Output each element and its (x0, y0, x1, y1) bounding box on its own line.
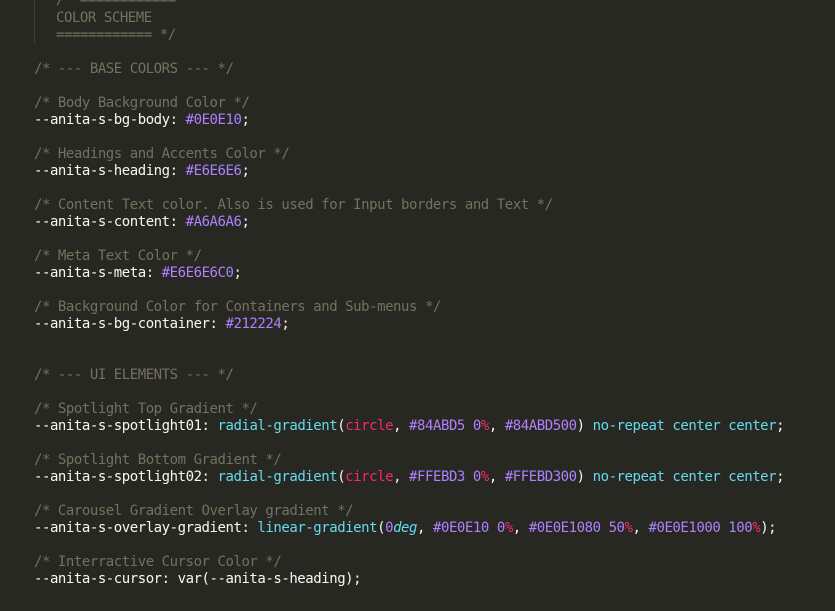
color-value: #E6E6E6 (185, 163, 242, 179)
function-name: radial-gradient (217, 418, 338, 434)
property-name: --anita-s-content: (34, 214, 178, 230)
meta-comment: /* Meta Text Color */ (34, 248, 202, 264)
color-value: #FFEBD3 (409, 469, 465, 485)
spotlight-top-comment: /* Spotlight Top Gradient */ (34, 401, 258, 417)
keyword: center (672, 469, 721, 485)
function-name: linear-gradient (257, 520, 378, 536)
keyword: no-repeat (592, 469, 665, 485)
base-section-heading: /* --- BASE COLORS --- */ (34, 61, 234, 77)
color-value: #FFEBD300 (504, 469, 577, 485)
keyword: center (728, 469, 777, 485)
cursor-comment: /* Interractive Cursor Color */ (34, 554, 282, 570)
code-editor[interactable]: /* ============ COLOR SCHEME ===========… (0, 0, 835, 611)
body-bg-declaration: --anita-s-bg-body: #0E0E10; (34, 112, 250, 128)
function-name: radial-gradient (217, 469, 338, 485)
meta-declaration: --anita-s-meta: #E6E6E6C0; (34, 265, 242, 281)
property-name: --anita-s-bg-container: (34, 316, 218, 332)
container-comment: /* Background Color for Containers and S… (34, 299, 441, 315)
property-name: --anita-s-heading: (34, 163, 178, 179)
header-close-line: ============ */ (56, 27, 176, 43)
content-declaration: --anita-s-content: #A6A6A6; (34, 214, 250, 230)
angle-value: 0 (385, 520, 394, 536)
property-name: --anita-s-spotlight01: (34, 418, 210, 434)
stop-value: 0 (472, 469, 481, 485)
overlay-declaration: --anita-s-overlay-gradient: linear-gradi… (34, 520, 777, 536)
property-name: --anita-s-bg-body: (34, 112, 178, 128)
color-value: #0E0E10 (432, 520, 489, 536)
property-name: --anita-s-cursor: (34, 571, 170, 587)
color-value: #0E0E1000 (648, 520, 721, 536)
ui-section-heading: /* --- UI ELEMENTS --- */ (34, 367, 234, 383)
spotlight-bottom-declaration: --anita-s-spotlight02: radial-gradient(c… (34, 469, 785, 485)
color-value: #A6A6A6 (185, 214, 242, 230)
stop-value: 100 (728, 520, 753, 536)
spotlight-top-declaration: --anita-s-spotlight01: radial-gradient(c… (34, 418, 785, 434)
color-value: #212224 (225, 316, 282, 332)
header-top-line: /* ============ (56, 0, 176, 8)
shape-keyword: circle (345, 469, 394, 485)
content-comment: /* Content Text color. Also is used for … (34, 197, 553, 213)
keyword: center (672, 418, 721, 434)
overlay-comment: /* Carousel Gradient Overlay gradient */ (34, 503, 354, 519)
shape-keyword: circle (345, 418, 394, 434)
property-name: --anita-s-meta: (34, 265, 154, 281)
keyword: center (728, 418, 777, 434)
stop-value: 50 (608, 520, 625, 536)
property-name: --anita-s-overlay-gradient: (34, 520, 250, 536)
stop-value: 0 (472, 418, 481, 434)
heading-comment: /* Headings and Accents Color */ (34, 146, 290, 162)
stop-value: 0 (496, 520, 505, 536)
container-declaration: --anita-s-bg-container: #212224; (34, 316, 290, 332)
color-value: #0E0E10 (185, 112, 242, 128)
color-value: #84ABD5 (409, 418, 465, 434)
color-value: #84ABD500 (504, 418, 577, 434)
color-value: #E6E6E6C0 (161, 265, 234, 281)
var-value: var(--anita-s-heading); (177, 571, 362, 587)
spotlight-bottom-comment: /* Spotlight Bottom Gradient */ (34, 452, 282, 468)
header-title: COLOR SCHEME (56, 10, 152, 26)
heading-declaration: --anita-s-heading: #E6E6E6; (34, 163, 250, 179)
body-bg-comment: /* Body Background Color */ (34, 95, 250, 111)
angle-unit: deg (393, 520, 418, 536)
cursor-declaration: --anita-s-cursor: var(--anita-s-heading)… (34, 570, 362, 588)
keyword: no-repeat (592, 418, 665, 434)
property-name: --anita-s-spotlight02: (34, 469, 210, 485)
color-value: #0E0E1080 (528, 520, 601, 536)
indent-guide (34, 0, 35, 44)
